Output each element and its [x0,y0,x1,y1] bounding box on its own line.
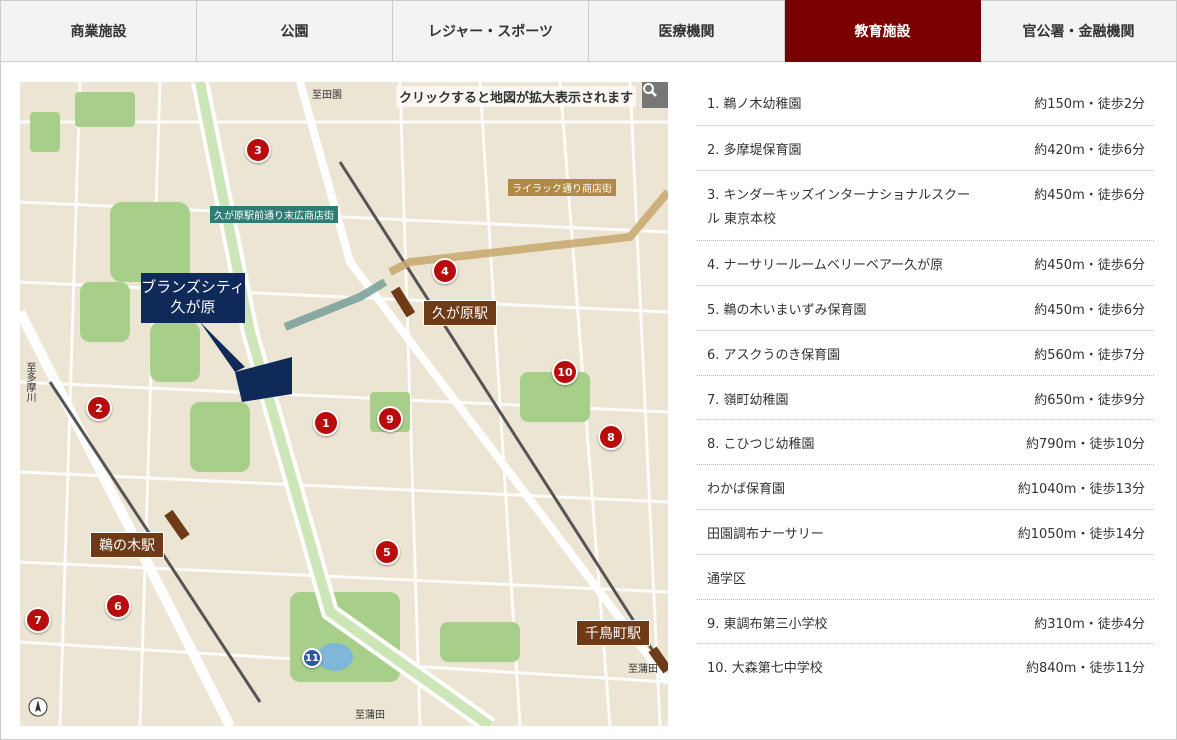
facility-name: 2. 多摩堤保育園 [707,143,802,158]
area-map[interactable]: クリックすると地図が拡大表示されます ブランズシティ 久が原 ライラック通り商店… [20,82,668,726]
list-item: わかば保育園 約1040m・徒歩13分 [697,465,1154,510]
road-label-to-kamata-1: 至蒲田 [628,664,658,675]
map-marker[interactable]: 5 [374,539,400,565]
facility-distance: 約790m・徒歩10分 [1025,437,1145,452]
map-marker[interactable]: 4 [432,258,458,284]
tab-commercial[interactable]: 商業施設 [0,0,197,62]
tab-park[interactable]: 公園 [197,0,393,62]
map-marker[interactable]: 3 [245,137,271,163]
facility-distance: 約420m・徒歩6分 [1034,143,1145,158]
map-marker[interactable]: 10 [552,359,578,385]
facility-name: 3. キンダーキッズインターナショナルスクール 東京本校 [707,188,971,227]
list-item: 10. 大森第七中学校 約840m・徒歩11分 [697,644,1154,688]
map-marker[interactable]: 6 [105,593,131,619]
list-item: 5. 鵜の木いまいずみ保育園 約450m・徒歩6分 [697,286,1154,331]
facility-name: 田園調布ナーサリー [707,527,824,542]
facility-name: 9. 東調布第三小学校 [707,617,828,632]
facility-name: 6. アスクうのき保育園 [707,348,841,363]
map-marker[interactable]: 8 [598,424,624,450]
compass-icon [28,697,48,717]
facility-distance: 約150m・徒歩2分 [1034,97,1145,112]
street-label-lilac: ライラック通り商店街 [508,179,616,196]
facility-distance: 約450m・徒歩6分 [1034,188,1145,203]
magnifier-icon [643,83,657,97]
map-marker[interactable]: 2 [86,395,112,421]
section-heading-school-district: 通学区 [707,572,747,587]
list-item: 田園調布ナーサリー 約1050m・徒歩14分 [697,510,1154,555]
facility-name: 4. ナーサリールームベリーベアー久が原 [707,258,944,273]
facility-distance: 約650m・徒歩9分 [1034,393,1145,408]
list-item: 8. こひつじ幼稚園 約790m・徒歩10分 [697,420,1154,465]
map-marker[interactable]: 7 [25,607,51,633]
facility-distance: 約450m・徒歩6分 [1034,303,1145,318]
road-label-to-tamagawa: 至多摩川 [24,362,35,402]
property-name: ブランズシティ 久が原 [141,278,245,316]
tab-government-finance[interactable]: 官公署・金融機関 [981,0,1177,62]
map-enlarge-hint: クリックすると地図が拡大表示されます [395,86,636,107]
facility-name: 8. こひつじ幼稚園 [707,437,815,452]
list-item: 6. アスクうのき保育園 約560m・徒歩7分 [697,331,1154,376]
facility-distance: 約1050m・徒歩14分 [1017,527,1145,542]
list-item: 7. 嶺町幼稚園 約650m・徒歩9分 [697,376,1154,420]
tab-leisure-sports[interactable]: レジャー・スポーツ [393,0,589,62]
facility-name: 10. 大森第七中学校 [707,661,823,676]
list-item: 1. 鵜ノ木幼稚園 約150m・徒歩2分 [697,80,1154,126]
station-kugahara: 久が原駅 [423,300,497,326]
map-marker[interactable]: 9 [377,406,403,432]
street-label-kugahara-mae: 久が原駅前通り末広商店街 [210,206,338,223]
facility-name: 5. 鵜の木いまいずみ保育園 [707,303,867,318]
facility-distance: 約1040m・徒歩13分 [1017,482,1145,497]
list-item: 9. 東調布第三小学校 約310m・徒歩4分 [697,600,1154,644]
list-item: 3. キンダーキッズインターナショナルスクール 東京本校 約450m・徒歩6分 [697,171,1154,241]
tab-education[interactable]: 教育施設 [785,0,981,62]
facility-distance: 約560m・徒歩7分 [1034,348,1145,363]
facility-list: 1. 鵜ノ木幼稚園 約150m・徒歩2分 2. 多摩堤保育園 約420m・徒歩6… [697,80,1154,688]
facility-distance: 約840m・徒歩11分 [1025,661,1145,676]
facility-name: 7. 嶺町幼稚園 [707,393,789,408]
property-label: ブランズシティ 久が原 [141,273,245,323]
map-marker[interactable]: 1 [313,410,339,436]
road-label-to-denen: 至田園 [312,90,342,101]
facility-name: わかば保育園 [707,482,786,497]
tab-medical[interactable]: 医療機関 [589,0,785,62]
list-section-heading: 通学区 [697,555,1154,600]
road-label-to-kamata-2: 至蒲田 [355,710,385,721]
station-chidoricho: 千鳥町駅 [576,620,650,646]
facility-name: 1. 鵜ノ木幼稚園 [707,97,802,112]
facility-distance: 約450m・徒歩6分 [1034,258,1145,273]
facility-distance: 約310m・徒歩4分 [1034,617,1145,632]
zoom-button[interactable] [642,82,668,108]
list-item: 4. ナーサリールームベリーベアー久が原 約450m・徒歩6分 [697,241,1154,286]
station-unoki: 鵜の木駅 [90,532,164,558]
list-item: 2. 多摩堤保育園 約420m・徒歩6分 [697,126,1154,171]
route-shield: 11 [302,648,322,668]
category-tabs: 商業施設 公園 レジャー・スポーツ 医療機関 教育施設 官公署・金融機関 [0,0,1177,64]
